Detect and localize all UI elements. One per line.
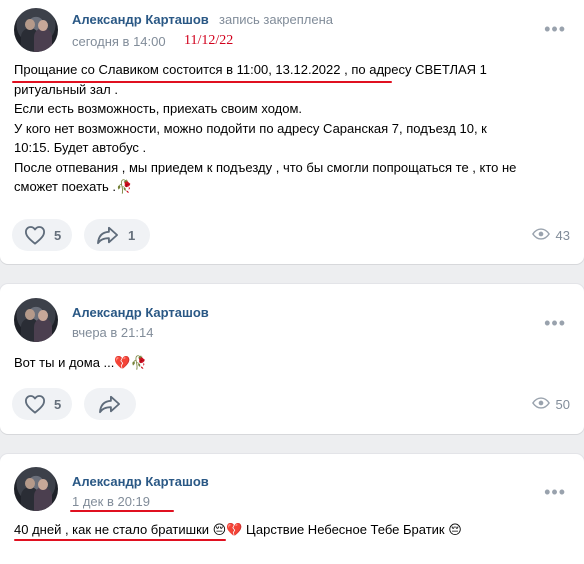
- more-dots-icon[interactable]: •••: [544, 483, 566, 501]
- share-arrow-icon: [98, 394, 122, 414]
- post-text-line: После отпевания , мы приедем к подъезду …: [14, 159, 517, 175]
- like-count: 5: [54, 396, 62, 412]
- like-button[interactable]: 5: [12, 219, 72, 251]
- red-underline-annotation: [14, 539, 226, 541]
- share-button[interactable]: 1: [84, 219, 150, 251]
- share-count: 1: [128, 227, 136, 243]
- author-name[interactable]: Александр Карташов: [72, 12, 209, 27]
- post-text-line: У кого нет возможности, можно подойти по…: [14, 120, 487, 136]
- post-text-line: Если есть возможность, приехать своим хо…: [14, 101, 303, 116]
- post-date[interactable]: вчера в 21:14: [72, 325, 153, 340]
- eye-icon: [531, 228, 550, 243]
- post-text-line: Прощание со Славиком состоится в 11:00, …: [14, 62, 487, 77]
- avatar[interactable]: [14, 467, 58, 511]
- more-dots-icon[interactable]: •••: [544, 314, 566, 332]
- handwritten-date: 11/12/22: [184, 33, 234, 48]
- author-name[interactable]: Александр Карташов: [72, 305, 209, 320]
- more-dots-icon[interactable]: •••: [544, 20, 566, 38]
- red-underline-annotation: [70, 510, 174, 512]
- views-counter: 50: [531, 397, 570, 412]
- post-text: 40 дней , как не стало братишки 😔💔 Царст…: [14, 522, 462, 537]
- post-text: Вот ты и дома ...💔🥀: [14, 355, 147, 370]
- heart-icon: [24, 394, 46, 414]
- views-count: 43: [555, 228, 570, 243]
- pinned-note: запись закреплена: [219, 12, 333, 27]
- red-underline-annotation: [12, 81, 392, 83]
- views-count: 50: [555, 397, 570, 412]
- like-count: 5: [54, 227, 62, 243]
- post-date[interactable]: 1 дек в 20:19: [72, 494, 150, 509]
- eye-icon: [531, 397, 550, 412]
- post-date[interactable]: сегодня в 14:00: [72, 34, 166, 49]
- avatar[interactable]: [14, 8, 58, 52]
- post-text-line: 10:15. Будет автобус .: [14, 140, 147, 155]
- share-arrow-icon: [96, 225, 120, 245]
- views-counter: 43: [531, 228, 570, 243]
- post-text-line: сможет поехать .🥀: [14, 179, 133, 194]
- post-2: Александр Карташов вчера в 21:14 ••• Вот…: [0, 284, 584, 434]
- author-name[interactable]: Александр Карташов: [72, 474, 209, 489]
- share-button[interactable]: [84, 388, 136, 420]
- post-1: Александр Карташов запись закреплена сег…: [0, 0, 584, 264]
- avatar[interactable]: [14, 298, 58, 342]
- heart-icon: [24, 225, 46, 245]
- like-button[interactable]: 5: [12, 388, 72, 420]
